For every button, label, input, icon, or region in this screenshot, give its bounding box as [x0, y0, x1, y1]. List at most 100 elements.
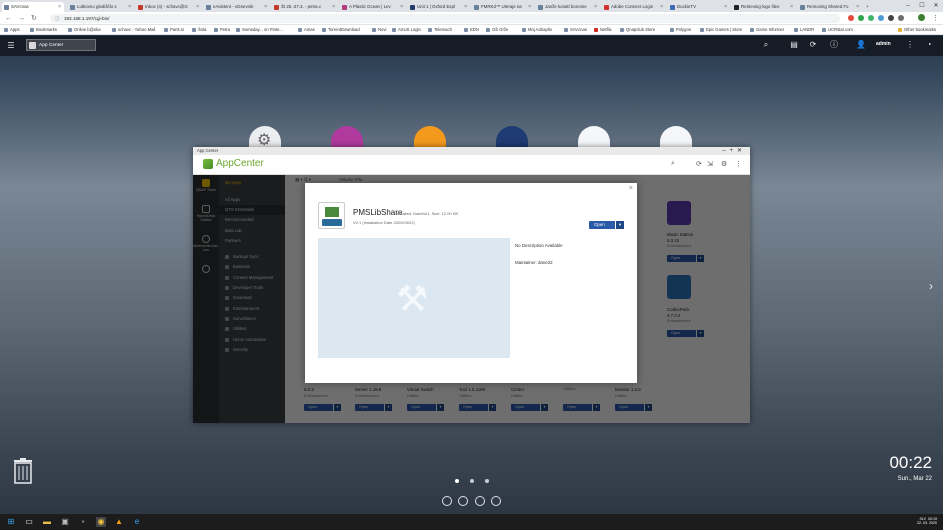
open-button[interactable]: Open	[589, 221, 624, 229]
stack-icon[interactable]: ▤	[789, 40, 799, 50]
browser-tab[interactable]: Unit 1 | Oxford Expl ×	[408, 2, 470, 12]
bookmark[interactable]: Someday... on Pinte...	[236, 25, 283, 35]
bookmark[interactable]: EDN	[464, 25, 479, 35]
bookmark[interactable]: Netflix	[594, 25, 612, 35]
page-dot[interactable]	[485, 479, 489, 483]
user-icon[interactable]: 👤	[856, 40, 866, 50]
dashboard-icon[interactable]: ◔	[924, 40, 934, 50]
back-icon[interactable]: ←	[5, 13, 12, 24]
reload-icon[interactable]: ↻	[31, 13, 37, 24]
browser-tab[interactable]: Adobe Connect Login ×	[602, 2, 666, 12]
close-icon[interactable]: ×	[528, 2, 531, 12]
maximize-icon[interactable]: ☐	[915, 0, 929, 12]
file-explorer-icon[interactable]: ▬	[42, 517, 52, 527]
more-icon[interactable]: ⋮	[735, 160, 742, 168]
new-tab-button[interactable]: +	[864, 2, 874, 12]
bookmark[interactable]: LANDR	[794, 25, 814, 35]
browser-tab[interactable]: Janže korakl bonome ×	[536, 2, 600, 12]
minimize-icon[interactable]: –	[901, 0, 915, 12]
chrome-icon[interactable]: ◉	[96, 517, 106, 527]
page-dot[interactable]	[470, 479, 474, 483]
recycle-bin-icon[interactable]	[12, 457, 34, 484]
bookmark[interactable]: Novi	[372, 25, 386, 35]
bookmark[interactable]: Other bookmarks	[898, 25, 936, 35]
bookmark[interactable]: schavc - Yahoo Mail	[112, 25, 155, 35]
bookmark[interactable]: Bookmarks	[30, 25, 57, 35]
taskbar-app-center[interactable]: App Center	[26, 39, 96, 51]
browser-tab[interactable]: SAVcnas ×	[2, 2, 64, 12]
forward-icon[interactable]: →	[18, 13, 25, 24]
bookmark[interactable]: TorrentDownload	[322, 25, 360, 35]
avatar[interactable]	[918, 14, 925, 21]
bookmark[interactable]: Game Informer	[750, 25, 784, 35]
browser-tab[interactable]: eAsistent - eDnevnik ×	[204, 2, 270, 12]
close-icon[interactable]: ×	[724, 2, 727, 12]
vlc-icon[interactable]: ▲	[114, 517, 124, 527]
bookmark[interactable]: Polygon	[670, 25, 691, 35]
browser-tab[interactable]: Št 25.-27.3. - petra.c ×	[272, 2, 338, 12]
more-icon[interactable]: ⋮	[905, 40, 915, 50]
search-icon[interactable]: ⌕	[671, 160, 675, 168]
browser-tab[interactable]: FMRKd™ Uteraje na ×	[472, 2, 534, 12]
bookmark[interactable]: UCRstar.com	[822, 25, 853, 35]
dock-icon[interactable]	[491, 496, 501, 506]
settings-icon[interactable]: ⚙	[721, 160, 727, 168]
refresh-icon[interactable]: ⟳	[696, 160, 702, 168]
bookmark[interactable]: Qnapclub Store	[620, 25, 655, 35]
start-icon[interactable]: ⊞	[6, 517, 16, 527]
browser-tab[interactable]: Lutkovno glediščlo s ×	[68, 2, 134, 12]
close-icon[interactable]: ×	[464, 2, 467, 12]
close-icon[interactable]: ×	[128, 2, 131, 12]
browser-tab[interactable]: Retrieving logo files ×	[732, 2, 796, 12]
extension-icon[interactable]	[898, 15, 904, 21]
bookmark[interactable]: Online b@nka	[68, 25, 101, 35]
url-field[interactable]: ⓘ 192.168.1.197/cgi-bin/	[50, 14, 840, 23]
bookmark[interactable]: ASUS Login	[392, 25, 421, 35]
browser-tab[interactable]: DuckieTV ×	[668, 2, 730, 12]
bookmark[interactable]: Moj Adriaplin	[522, 25, 552, 35]
extension-icon[interactable]	[848, 15, 854, 21]
photos-icon[interactable]: ▣	[60, 517, 70, 527]
edge-icon[interactable]: e	[132, 517, 142, 527]
dock-icon[interactable]	[442, 496, 452, 506]
bookmark[interactable]: Parts.si	[164, 25, 184, 35]
dock-icon[interactable]	[458, 496, 468, 506]
extension-icon[interactable]	[868, 15, 874, 21]
close-icon[interactable]: ×	[594, 2, 597, 12]
info-icon[interactable]: ⓘ	[55, 14, 60, 23]
close-icon[interactable]: ×	[660, 2, 663, 12]
user-menu[interactable]: admin	[876, 41, 891, 47]
bookmark[interactable]: Amas	[298, 25, 315, 35]
close-icon[interactable]: ×	[790, 2, 793, 12]
browser-tab[interactable]: Removing Shared Fo ×	[798, 2, 862, 12]
bookmark[interactable]: OŠ Grže	[486, 25, 508, 35]
close-icon[interactable]: ✕	[929, 0, 943, 12]
close-icon[interactable]: ×	[629, 185, 633, 192]
bookmark[interactable]: Epic Games | Store	[700, 25, 742, 35]
bookmark[interactable]: Šola	[192, 25, 206, 35]
dock-icon[interactable]	[475, 496, 485, 506]
main-menu-icon[interactable]: ☰	[6, 41, 16, 51]
extension-icon[interactable]	[878, 15, 884, 21]
search-icon[interactable]: ⌕	[761, 40, 771, 50]
close-icon[interactable]: ×	[400, 2, 403, 12]
bookmark[interactable]: Petra	[214, 25, 230, 35]
extension-icon[interactable]	[888, 15, 894, 21]
close-icon[interactable]: ×	[58, 2, 61, 12]
close-icon[interactable]: ×	[332, 2, 335, 12]
extension-icon[interactable]	[858, 15, 864, 21]
app-icon[interactable]: ▪	[78, 517, 88, 527]
window-controls[interactable]: –+✕	[722, 147, 746, 155]
menu-icon[interactable]: ⋮	[932, 13, 939, 24]
bookmark[interactable]: SAVcnas	[564, 25, 587, 35]
chevron-right-icon[interactable]: ›	[929, 279, 933, 293]
info-icon[interactable]: ⓘ	[829, 40, 839, 50]
page-dot[interactable]	[455, 479, 459, 483]
system-tray[interactable]: SLV 00:19 22. 03. 2020	[917, 517, 937, 525]
refresh-icon[interactable]: ⟳	[808, 40, 818, 50]
browser-tab[interactable]: Inbox (4) - schavc@G ×	[136, 2, 202, 12]
close-icon[interactable]: ×	[196, 2, 199, 12]
close-icon[interactable]: ×	[264, 2, 267, 12]
bookmark[interactable]: Apps	[4, 25, 20, 35]
browser-tab[interactable]: A Plastic Ocean | Lev ×	[340, 2, 406, 12]
